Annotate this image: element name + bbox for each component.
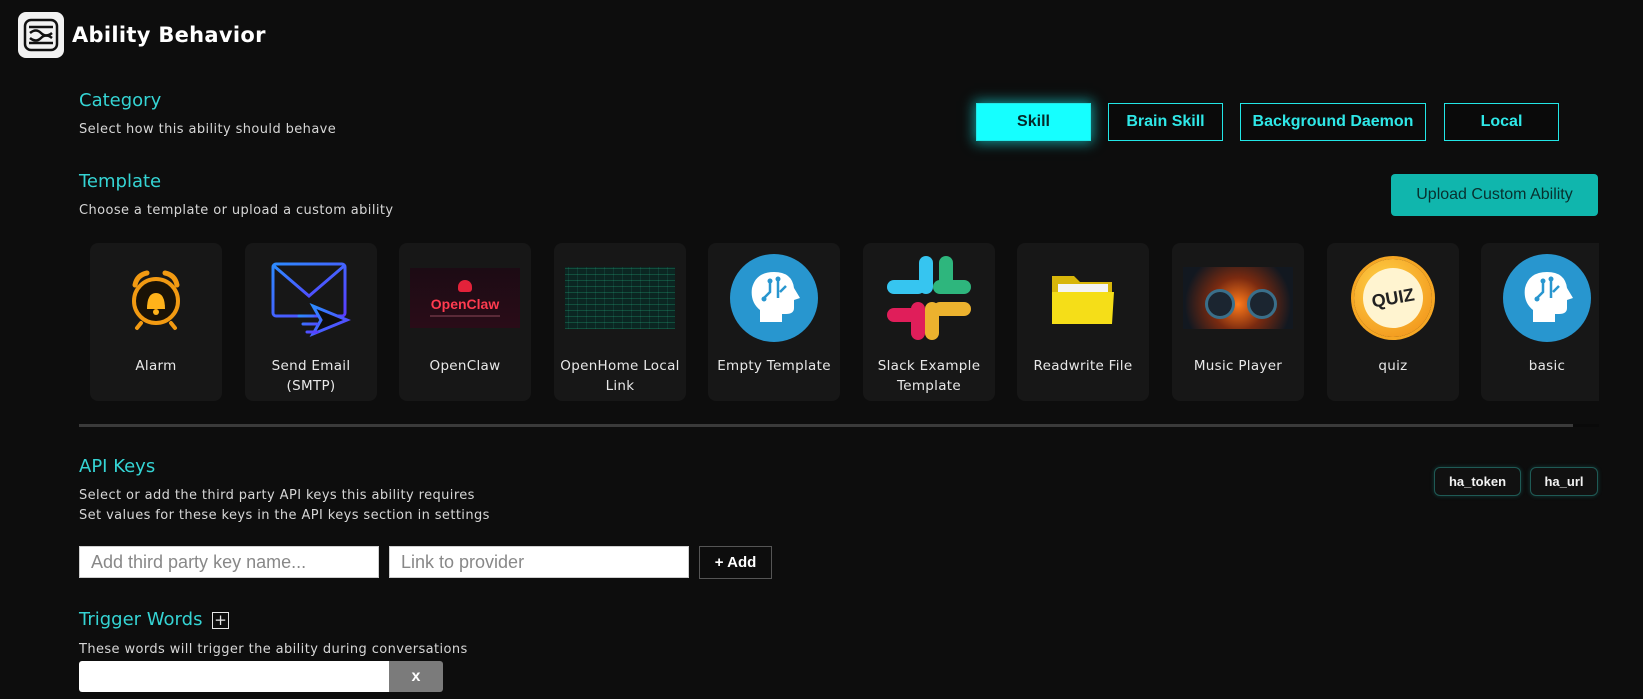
remove-trigger-word-button[interactable]: x [389, 661, 443, 692]
trigger-words-heading: Trigger Words [79, 609, 203, 630]
top-bar: Ability Behavior [18, 12, 266, 58]
folder-icon [1023, 253, 1143, 343]
add-trigger-word-icon[interactable]: + [212, 612, 229, 629]
template-card-label: Send Email (SMTP) [271, 358, 351, 394]
template-card-empty-template[interactable]: Empty Template [708, 243, 840, 401]
api-keys-subtitle-settings: Set values for these keys in the API key… [79, 508, 490, 523]
template-card-openhome-local-link[interactable]: OpenHome Local Link [554, 243, 686, 401]
template-card-send-email[interactable]: Send Email (SMTP) [245, 243, 377, 401]
template-card-slack-example[interactable]: Slack Example Template [863, 243, 995, 401]
template-heading: Template [79, 171, 162, 192]
app-logo [18, 12, 64, 58]
email-send-icon [251, 253, 371, 343]
template-card-quiz[interactable]: QUIZ quiz [1327, 243, 1459, 401]
alarm-clock-icon [96, 253, 216, 343]
category-background-daemon-button[interactable]: Background Daemon [1240, 103, 1426, 141]
template-card-alarm[interactable]: Alarm [90, 243, 222, 401]
template-card-label: Alarm [135, 358, 177, 374]
add-api-key-button[interactable]: + Add [699, 546, 772, 579]
template-card-label: OpenHome Local Link [560, 358, 680, 394]
template-scrollbar[interactable] [79, 424, 1599, 427]
template-card-label: Empty Template [717, 358, 831, 374]
template-card-label: Slack Example Template [877, 358, 981, 394]
logo-mark-icon [23, 18, 59, 52]
template-card-label: OpenClaw [429, 358, 501, 374]
category-brain-skill-button[interactable]: Brain Skill [1108, 103, 1223, 141]
category-subtitle: Select how this ability should behave [79, 122, 337, 137]
page-title: Ability Behavior [72, 23, 266, 47]
template-carousel[interactable]: Alarm Send Email (SMTP) OpenClaw OpenCla… [79, 243, 1599, 403]
api-keys-heading: API Keys [79, 456, 156, 477]
category-heading: Category [79, 90, 162, 111]
matrix-code-image [560, 253, 680, 343]
template-scrollbar-thumb[interactable] [1573, 424, 1599, 427]
api-key-tag-ha-token[interactable]: ha_token [1434, 467, 1521, 496]
api-key-tag-ha-url[interactable]: ha_url [1530, 467, 1598, 496]
quiz-badge-icon: QUIZ [1333, 253, 1453, 343]
category-local-button[interactable]: Local [1444, 103, 1559, 141]
category-skill-button[interactable]: Skill [976, 103, 1091, 141]
openclaw-banner: OpenClaw [405, 253, 525, 343]
template-card-music-player[interactable]: Music Player [1172, 243, 1304, 401]
ai-head-icon [1487, 253, 1599, 343]
headphones-image [1178, 253, 1298, 343]
trigger-words-subtitle: These words will trigger the ability dur… [79, 642, 468, 657]
template-card-label: Music Player [1193, 358, 1283, 374]
ai-head-icon [714, 253, 834, 343]
api-key-name-input[interactable]: Add third party key name... [79, 546, 379, 578]
trigger-word-input[interactable] [79, 661, 389, 692]
provider-link-input[interactable]: Link to provider [389, 546, 689, 578]
template-card-label: basic [1528, 358, 1566, 374]
api-keys-subtitle: Select or add the third party API keys t… [79, 488, 475, 503]
slack-logo-icon [869, 253, 989, 343]
template-card-openclaw[interactable]: OpenClaw OpenClaw [399, 243, 531, 401]
upload-custom-ability-button[interactable]: Upload Custom Ability [1391, 174, 1598, 216]
template-card-readwrite-file[interactable]: Readwrite File [1017, 243, 1149, 401]
template-card-label: quiz [1378, 358, 1408, 374]
template-card-label: Readwrite File [1033, 358, 1133, 374]
template-subtitle: Choose a template or upload a custom abi… [79, 203, 394, 218]
template-card-basic[interactable]: basic [1481, 243, 1599, 401]
